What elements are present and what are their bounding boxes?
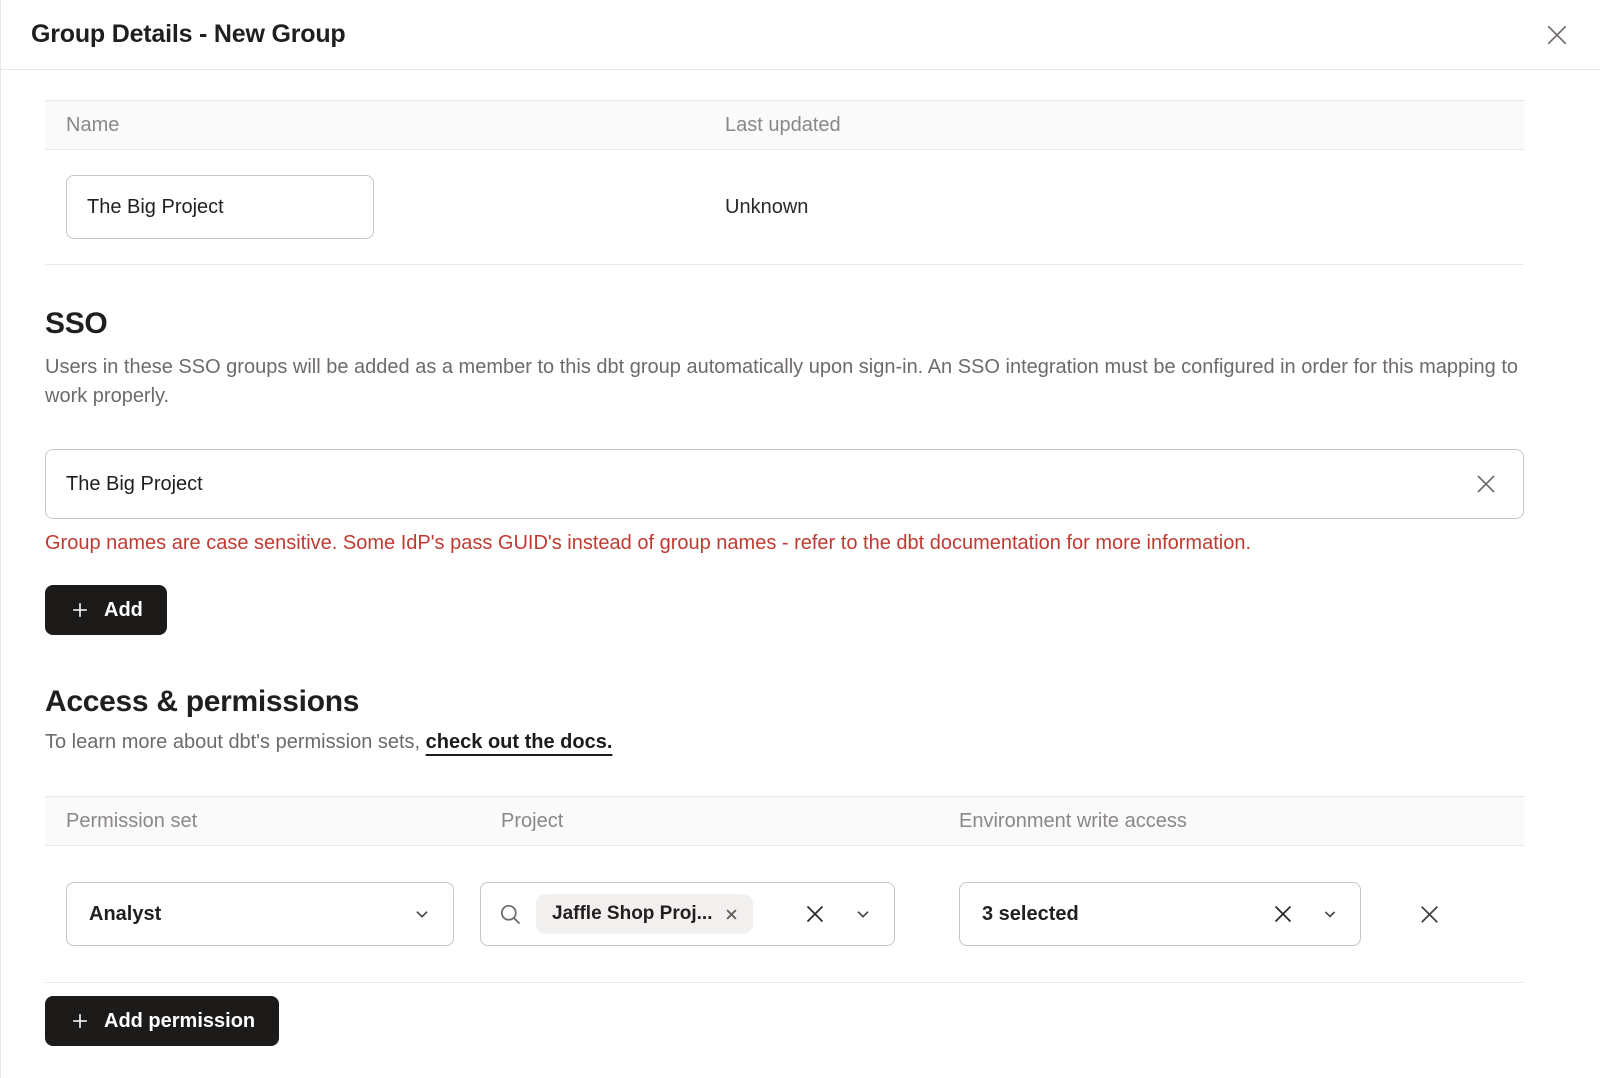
environment-write-access-value: 3 selected bbox=[982, 903, 1079, 926]
clear-icon bbox=[800, 899, 830, 929]
sso-clear-button[interactable] bbox=[1468, 466, 1504, 502]
permissions-description-text: To learn more about dbt's permission set… bbox=[45, 731, 426, 753]
chevron-down-icon bbox=[1320, 904, 1340, 924]
add-button-label: Add bbox=[104, 599, 143, 622]
plus-icon bbox=[69, 599, 91, 621]
permission-set-select[interactable]: Analyst bbox=[66, 882, 454, 946]
add-sso-group-button[interactable]: Add bbox=[45, 585, 167, 635]
clear-icon bbox=[1470, 468, 1502, 500]
permission-set-column-header: Permission set bbox=[45, 810, 480, 833]
group-name-table: Name Last updated Unknown bbox=[45, 100, 1524, 265]
close-button[interactable] bbox=[1542, 20, 1572, 50]
add-permission-button[interactable]: Add permission bbox=[45, 996, 279, 1046]
project-tag-label: Jaffle Shop Proj... bbox=[552, 903, 712, 925]
delete-row-icon bbox=[1414, 899, 1445, 930]
permission-row: Analyst bbox=[45, 846, 1524, 983]
group-name-input[interactable] bbox=[66, 175, 374, 239]
environment-write-access-column-header: Environment write access bbox=[938, 810, 1524, 833]
modal-header: Group Details - New Group bbox=[1, 0, 1600, 70]
table-row: Unknown bbox=[45, 150, 1524, 265]
page-title: Group Details - New Group bbox=[31, 20, 345, 49]
search-icon bbox=[497, 901, 524, 928]
sso-group-field bbox=[45, 449, 1524, 519]
name-table-header: Name Last updated bbox=[45, 100, 1524, 150]
project-select[interactable]: Jaffle Shop Proj... bbox=[480, 882, 895, 946]
sso-section: SSO Users in these SSO groups will be ad… bbox=[45, 307, 1524, 635]
chevron-down-icon bbox=[411, 903, 433, 925]
group-details-modal: Group Details - New Group Name Last upda… bbox=[0, 0, 1600, 1078]
last-updated-value: Unknown bbox=[704, 196, 1524, 219]
modal-content: Name Last updated Unknown SSO Users in t… bbox=[1, 100, 1600, 1066]
permissions-table-header: Permission set Project Environment write… bbox=[45, 796, 1524, 846]
project-tag-remove-button[interactable] bbox=[724, 907, 739, 922]
chevron-down-icon bbox=[852, 903, 874, 925]
sso-warning-text: Group names are case sensitive. Some IdP… bbox=[45, 532, 1524, 555]
project-clear-button[interactable] bbox=[800, 899, 830, 929]
permissions-table: Permission set Project Environment write… bbox=[45, 796, 1524, 983]
access-permissions-section: Access & permissions To learn more about… bbox=[45, 685, 1524, 1046]
sso-group-input[interactable] bbox=[45, 449, 1524, 519]
delete-permission-row-button[interactable] bbox=[1414, 899, 1445, 930]
environment-write-access-select[interactable]: 3 selected bbox=[959, 882, 1361, 946]
close-icon bbox=[1542, 20, 1572, 50]
sso-description: Users in these SSO groups will be added … bbox=[45, 353, 1524, 411]
access-permissions-heading: Access & permissions bbox=[45, 685, 1524, 719]
name-column-header: Name bbox=[45, 114, 704, 137]
project-column-header: Project bbox=[480, 810, 938, 833]
environment-clear-button[interactable] bbox=[1268, 899, 1298, 929]
project-tag: Jaffle Shop Proj... bbox=[536, 894, 753, 934]
clear-icon bbox=[1268, 899, 1298, 929]
permission-set-value: Analyst bbox=[89, 903, 161, 926]
sso-heading: SSO bbox=[45, 307, 1524, 341]
plus-icon bbox=[69, 1010, 91, 1032]
tag-remove-icon bbox=[724, 907, 739, 922]
add-permission-button-label: Add permission bbox=[104, 1010, 255, 1033]
docs-link[interactable]: check out the docs. bbox=[426, 731, 613, 753]
last-updated-column-header: Last updated bbox=[704, 114, 1524, 137]
permissions-description: To learn more about dbt's permission set… bbox=[45, 731, 1524, 754]
